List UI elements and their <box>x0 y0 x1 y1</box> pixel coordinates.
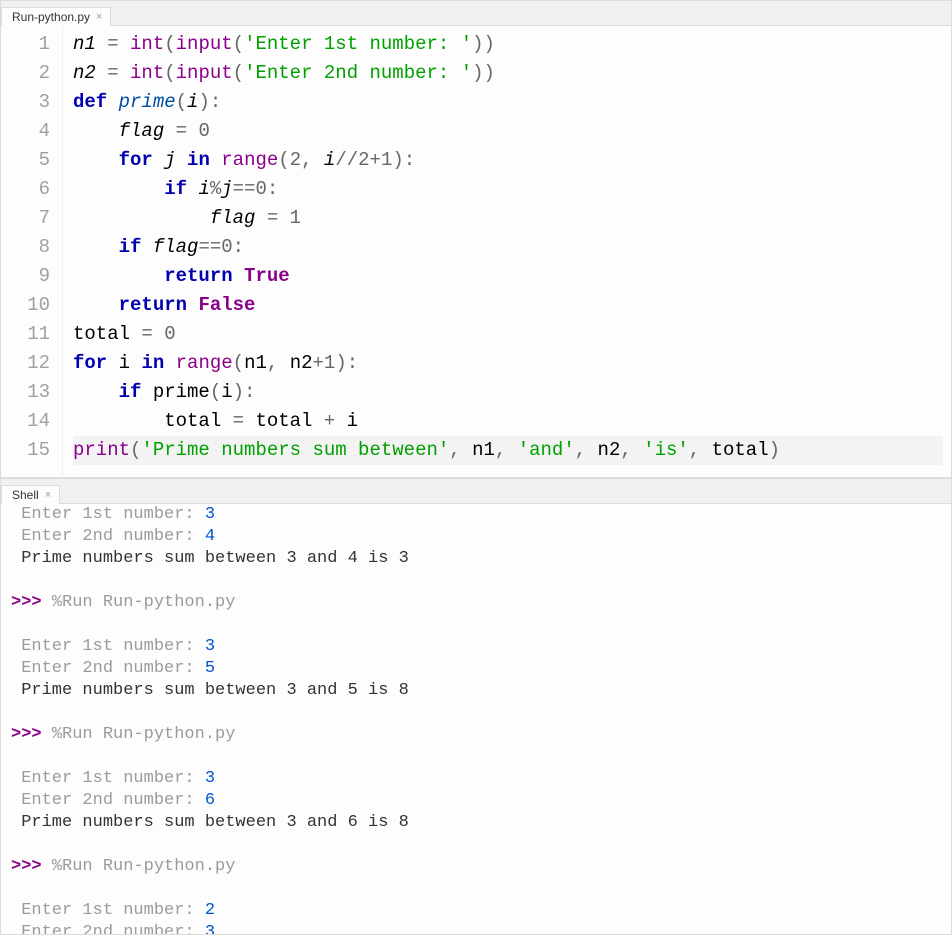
code-line: def prime(i): <box>73 88 943 117</box>
code-line: total = total + i <box>73 407 943 436</box>
code-line: n2 = int(input('Enter 2nd number: ')) <box>73 59 943 88</box>
shell-tab-bar: Shell × <box>1 479 951 504</box>
shell-tab-title: Shell <box>12 488 39 502</box>
editor-body: 123456789101112131415 n1 = int(input('En… <box>1 26 951 477</box>
shell-line <box>11 570 943 592</box>
code-line: return False <box>73 291 943 320</box>
editor-tab-bar: Run-python.py × <box>1 1 951 26</box>
shell-line: >>> %Run Run-python.py <box>11 592 943 614</box>
line-number: 14 <box>1 407 62 436</box>
code-line: if i%j==0: <box>73 175 943 204</box>
line-number: 1 <box>1 30 62 59</box>
line-number: 7 <box>1 204 62 233</box>
code-line: for j in range(2, i//2+1): <box>73 146 943 175</box>
shell-line: Enter 1st number: 3 <box>11 504 943 526</box>
close-icon[interactable]: × <box>45 489 51 501</box>
shell-line <box>11 746 943 768</box>
line-number: 11 <box>1 320 62 349</box>
shell-line: Enter 2nd number: 3 <box>11 922 943 934</box>
line-number: 13 <box>1 378 62 407</box>
shell-line: Enter 1st number: 3 <box>11 768 943 790</box>
code-line: total = 0 <box>73 320 943 349</box>
shell-line: Prime numbers sum between 3 and 5 is 8 <box>11 680 943 702</box>
line-number: 4 <box>1 117 62 146</box>
code-line: if prime(i): <box>73 378 943 407</box>
code-line: n1 = int(input('Enter 1st number: ')) <box>73 30 943 59</box>
line-number: 5 <box>1 146 62 175</box>
line-number: 6 <box>1 175 62 204</box>
shell-line: Prime numbers sum between 3 and 4 is 3 <box>11 548 943 570</box>
code-line: for i in range(n1, n2+1): <box>73 349 943 378</box>
shell-pane: Shell × Enter 1st number: 3 Enter 2nd nu… <box>0 478 952 935</box>
code-line: return True <box>73 262 943 291</box>
shell-line: >>> %Run Run-python.py <box>11 724 943 746</box>
line-number: 9 <box>1 262 62 291</box>
line-number: 10 <box>1 291 62 320</box>
close-icon[interactable]: × <box>96 11 102 23</box>
shell-line: Enter 2nd number: 5 <box>11 658 943 680</box>
code-area[interactable]: n1 = int(input('Enter 1st number: '))n2 … <box>63 26 951 477</box>
shell-line: Enter 2nd number: 4 <box>11 526 943 548</box>
editor-tab-title: Run-python.py <box>12 10 90 24</box>
editor-tab[interactable]: Run-python.py × <box>1 7 111 26</box>
shell-line: >>> %Run Run-python.py <box>11 856 943 878</box>
shell-line: Prime numbers sum between 3 and 6 is 8 <box>11 812 943 834</box>
shell-line <box>11 834 943 856</box>
code-line: flag = 0 <box>73 117 943 146</box>
shell-line <box>11 702 943 724</box>
line-number: 15 <box>1 436 62 465</box>
code-line: flag = 1 <box>73 204 943 233</box>
editor-pane: Run-python.py × 123456789101112131415 n1… <box>0 0 952 478</box>
line-number-gutter: 123456789101112131415 <box>1 26 63 477</box>
shell-line <box>11 878 943 900</box>
line-number: 8 <box>1 233 62 262</box>
shell-line <box>11 614 943 636</box>
shell-line: Enter 1st number: 2 <box>11 900 943 922</box>
shell-output[interactable]: Enter 1st number: 3 Enter 2nd number: 4 … <box>1 504 951 934</box>
line-number: 2 <box>1 59 62 88</box>
shell-tab[interactable]: Shell × <box>1 485 60 504</box>
shell-line: Enter 1st number: 3 <box>11 636 943 658</box>
line-number: 12 <box>1 349 62 378</box>
shell-line: Enter 2nd number: 6 <box>11 790 943 812</box>
line-number: 3 <box>1 88 62 117</box>
code-line: print('Prime numbers sum between', n1, '… <box>73 436 943 465</box>
code-line: if flag==0: <box>73 233 943 262</box>
